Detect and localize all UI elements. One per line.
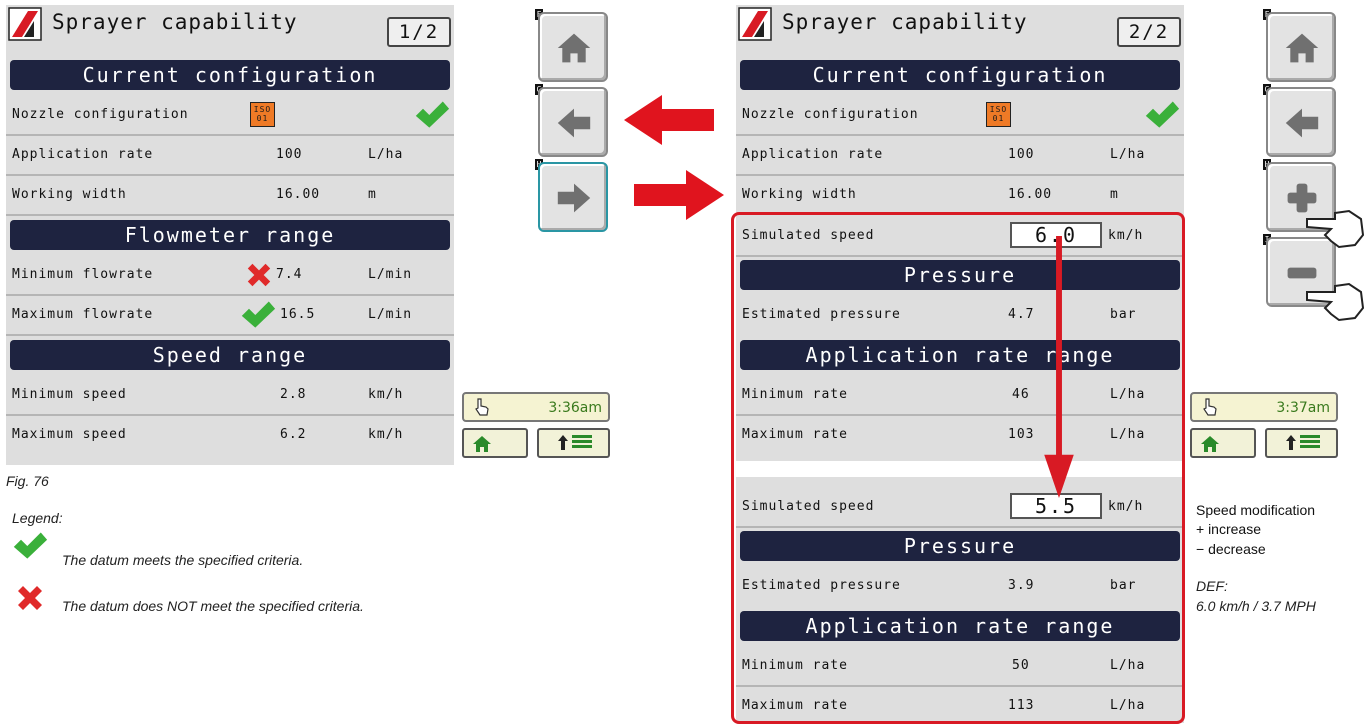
home-small-button[interactable] xyxy=(462,428,528,458)
hand-pointer-icon xyxy=(475,398,489,416)
arrow-down-red-icon xyxy=(1044,236,1074,499)
highlight-frame xyxy=(731,212,1185,724)
legend-title: Legend: xyxy=(12,510,63,526)
cross-icon xyxy=(18,586,42,610)
home-icon xyxy=(473,436,491,452)
screen-page-1: Sprayer capability 1/2 Current configura… xyxy=(6,5,454,465)
time-label: 3:37am xyxy=(1276,400,1330,416)
application-rate-row: Application rate 100 L/ha xyxy=(736,136,1184,176)
pointing-hand-icon xyxy=(1306,209,1365,249)
arrow-left-red-icon xyxy=(624,95,714,145)
figure-label: Fig. 76 xyxy=(6,473,49,489)
application-rate-row: Application rate 100 L/ha xyxy=(6,136,454,176)
check-icon xyxy=(1145,101,1180,128)
iso-nozzle-badge: ISO 01 xyxy=(986,102,1011,127)
back-button[interactable] xyxy=(538,87,608,157)
default-label: DEF: xyxy=(1196,578,1228,594)
home-button[interactable] xyxy=(1266,12,1336,82)
row-label: Application rate xyxy=(742,147,884,162)
row-value: 7.4 xyxy=(276,267,303,282)
arrow-right-icon xyxy=(557,183,591,213)
row-value: 2.8 xyxy=(280,387,307,402)
page-indicator: 2/2 xyxy=(1117,17,1181,47)
row-value: 16.5 xyxy=(280,307,316,322)
status-clock: 3:36am xyxy=(462,392,610,422)
home-button[interactable] xyxy=(538,12,608,82)
working-width-row: Working width 16.00 m xyxy=(6,176,454,216)
iso-nozzle-badge: ISO 01 xyxy=(250,102,275,127)
check-icon xyxy=(415,101,450,128)
speed-modification-note: Speed modification xyxy=(1196,502,1316,518)
row-label: Maximum flowrate xyxy=(12,307,154,322)
row-value: 100 xyxy=(276,147,303,162)
arrow-right-red-icon xyxy=(634,170,724,220)
max-speed-row: Maximum speed 6.2 km/h xyxy=(6,416,454,454)
working-width-row: Working width 16.00 m xyxy=(736,176,1184,214)
row-unit: L/min xyxy=(368,307,413,322)
row-value: 16.00 xyxy=(1008,187,1053,202)
brand-logo-icon xyxy=(8,7,42,41)
nozzle-label: Nozzle configuration xyxy=(12,107,189,122)
row-unit: m xyxy=(1110,187,1119,202)
row-value: 6.2 xyxy=(280,427,307,442)
row-value: 16.00 xyxy=(276,187,321,202)
nozzle-row: Nozzle configuration ISO 01 xyxy=(6,96,454,136)
legend-fail-text: The datum does NOT meet the specified cr… xyxy=(62,598,364,614)
row-label: Working width xyxy=(742,187,857,202)
home-icon xyxy=(1285,33,1319,63)
section-header-config: Current configuration xyxy=(10,60,450,90)
section-header-speed: Speed range xyxy=(10,340,450,370)
row-unit: m xyxy=(368,187,377,202)
row-label: Application rate xyxy=(12,147,154,162)
nozzle-label: Nozzle configuration xyxy=(742,107,919,122)
back-button[interactable] xyxy=(1266,87,1336,157)
max-flowrate-row: Maximum flowrate 16.5 L/min xyxy=(6,296,454,336)
menu-up-button[interactable] xyxy=(1265,428,1338,458)
arrow-left-icon xyxy=(1285,108,1319,138)
decrease-note: − decrease xyxy=(1196,541,1266,557)
row-label: Minimum speed xyxy=(12,387,127,402)
nozzle-row: Nozzle configuration ISO 01 xyxy=(736,96,1184,136)
row-unit: km/h xyxy=(368,427,404,442)
row-label: Minimum flowrate xyxy=(12,267,154,282)
home-icon xyxy=(1201,436,1219,452)
row-unit: L/ha xyxy=(1110,147,1146,162)
row-unit: L/ha xyxy=(368,147,404,162)
arrow-up-menu-icon xyxy=(558,435,592,450)
increase-note: + increase xyxy=(1196,521,1261,537)
check-icon xyxy=(13,532,48,559)
page-title: Sprayer capability xyxy=(782,10,1028,34)
page-title: Sprayer capability xyxy=(52,10,298,34)
page-indicator: 1/2 xyxy=(387,17,451,47)
time-label: 3:36am xyxy=(548,400,602,416)
row-label: Working width xyxy=(12,187,127,202)
menu-up-button[interactable] xyxy=(537,428,610,458)
row-value: 100 xyxy=(1008,147,1035,162)
section-header-flowmeter: Flowmeter range xyxy=(10,220,450,250)
home-small-button[interactable] xyxy=(1190,428,1256,458)
min-flowrate-row: Minimum flowrate 7.4 L/min xyxy=(6,256,454,296)
row-unit: L/min xyxy=(368,267,413,282)
arrow-up-menu-icon xyxy=(1286,435,1320,450)
arrow-left-icon xyxy=(557,108,591,138)
default-value: 6.0 km/h / 3.7 MPH xyxy=(1196,598,1316,614)
home-icon xyxy=(557,33,591,63)
legend-ok-text: The datum meets the specified criteria. xyxy=(62,552,304,568)
section-header-config: Current configuration xyxy=(740,60,1180,90)
brand-logo-icon xyxy=(738,7,772,41)
pointing-hand-icon xyxy=(1306,282,1365,322)
row-unit: km/h xyxy=(368,387,404,402)
hand-pointer-icon xyxy=(1203,398,1217,416)
next-button[interactable] xyxy=(538,162,608,232)
min-speed-row: Minimum speed 2.8 km/h xyxy=(6,376,454,416)
cross-icon xyxy=(247,263,271,287)
row-label: Maximum speed xyxy=(12,427,127,442)
status-clock: 3:37am xyxy=(1190,392,1338,422)
check-icon xyxy=(241,301,276,328)
